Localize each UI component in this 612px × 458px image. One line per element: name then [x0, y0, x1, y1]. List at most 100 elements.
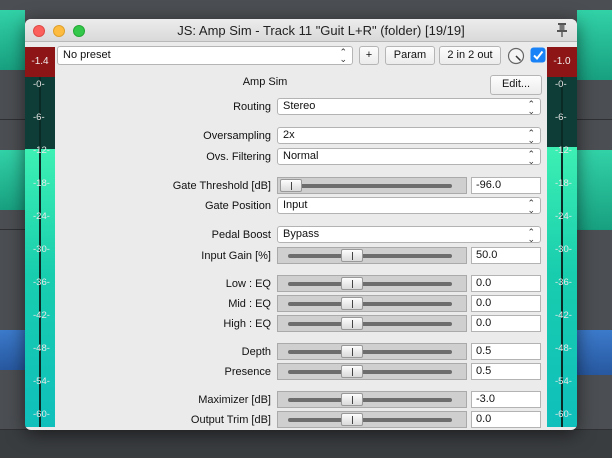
slider-groove	[288, 398, 452, 402]
maximize-button[interactable]	[73, 25, 85, 37]
waveform	[577, 330, 612, 375]
mid-eq-label: Mid : EQ	[228, 298, 271, 310]
presence-value[interactable]: 0.5	[471, 363, 541, 380]
close-button[interactable]	[33, 25, 45, 37]
meter-tick: -36-	[555, 277, 572, 288]
input-gain-slider[interactable]	[277, 247, 467, 264]
gate-position-value: Input	[283, 199, 308, 211]
meter-tick: -18-	[33, 178, 50, 189]
slider-thumb[interactable]	[341, 365, 363, 378]
gate-threshold-slider[interactable]	[277, 177, 467, 194]
presence-slider[interactable]	[277, 363, 467, 380]
peak-readout: -1.0	[547, 47, 577, 77]
chevron-updown-icon: ⌃ ⌄	[527, 198, 535, 215]
minimize-button[interactable]	[53, 25, 65, 37]
oversampling-select[interactable]: 2x ⌃ ⌄	[277, 127, 541, 145]
bypass-checkbox[interactable]	[530, 47, 546, 63]
wet-knob-icon[interactable]	[507, 47, 525, 65]
routing-value: Stereo	[283, 100, 316, 112]
meter-tick: -48-	[33, 343, 50, 354]
routing-select[interactable]: Stereo ⌃ ⌄	[277, 98, 541, 116]
maximizer-value[interactable]: -3.0	[471, 391, 541, 408]
gate-position-select[interactable]: Input ⌃ ⌄	[277, 197, 541, 215]
pedal-boost-select[interactable]: Bypass ⌃ ⌄	[277, 226, 541, 244]
slider-thumb[interactable]	[341, 345, 363, 358]
title-bar[interactable]: JS: Amp Sim - Track 11 "Guit L+R" (folde…	[25, 19, 577, 42]
slider-groove	[288, 418, 452, 422]
waveform	[0, 330, 25, 370]
low-eq-value[interactable]: 0.0	[471, 275, 541, 292]
low-eq-slider[interactable]	[277, 275, 467, 292]
mid-eq-value[interactable]: 0.0	[471, 295, 541, 312]
depth-value[interactable]: 0.5	[471, 343, 541, 360]
gate-threshold-value[interactable]: -96.0	[471, 177, 541, 194]
output-trim-label: Output Trim [dB]	[190, 414, 271, 426]
output-meter: -1.0 -0- -6- -12- -18- -24- -30- -36- -4…	[547, 47, 577, 427]
meter-tick: -18-	[555, 178, 572, 189]
maximizer-slider[interactable]	[277, 391, 467, 408]
meter-tick: -6-	[33, 112, 45, 123]
waveform	[0, 10, 25, 70]
plugin-name: Amp Sim	[242, 76, 288, 88]
daw-bottom-bar	[0, 430, 612, 458]
slider-thumb[interactable]	[341, 249, 363, 262]
meter-tick: -12-	[33, 145, 50, 156]
meter-tick: -30-	[555, 244, 572, 255]
param-button[interactable]: Param	[385, 46, 435, 65]
io-routing-button[interactable]: 2 in 2 out	[439, 46, 501, 65]
chevron-updown-icon: ⌃ ⌄	[527, 99, 535, 116]
output-trim-value[interactable]: 0.0	[471, 411, 541, 428]
input-gain-value[interactable]: 50.0	[471, 247, 541, 264]
pedal-boost-value: Bypass	[283, 228, 320, 240]
meter-tick: -54-	[555, 376, 572, 387]
preset-dropdown[interactable]: No preset ⌃ ⌄	[57, 46, 353, 65]
slider-thumb[interactable]	[341, 393, 363, 406]
peak-readout: -1.4	[25, 47, 55, 77]
meter-tick: -6-	[555, 112, 567, 123]
high-eq-value[interactable]: 0.0	[471, 315, 541, 332]
meter-tick: -60-	[33, 409, 50, 420]
depth-slider[interactable]	[277, 343, 467, 360]
mid-eq-slider[interactable]	[277, 295, 467, 312]
input-meter: -1.4 -0- -6- -12- -18- -24- -30- -36- -4…	[25, 47, 55, 427]
gate-position-label: Gate Position	[204, 200, 271, 212]
meter-tick: -42-	[33, 310, 50, 321]
waveform	[577, 10, 612, 80]
waveform	[577, 150, 612, 230]
meter-tick: -24-	[33, 211, 50, 222]
slider-thumb[interactable]	[280, 179, 302, 192]
chevron-updown-icon: ⌃ ⌄	[527, 128, 535, 145]
slider-thumb[interactable]	[341, 277, 363, 290]
meter-tick: -42-	[555, 310, 572, 321]
high-eq-label: High : EQ	[223, 318, 271, 330]
chevron-updown-icon: ⌃ ⌄	[527, 149, 535, 166]
slider-groove	[288, 282, 452, 286]
slider-thumb[interactable]	[341, 413, 363, 426]
output-trim-slider[interactable]	[277, 411, 467, 428]
pin-icon[interactable]	[555, 22, 569, 38]
oversampling-label: Oversampling	[203, 130, 271, 142]
meter-tick: -60-	[555, 409, 572, 420]
high-eq-slider[interactable]	[277, 315, 467, 332]
add-preset-button[interactable]: +	[359, 46, 379, 65]
slider-groove	[288, 322, 452, 326]
slider-groove	[288, 184, 452, 188]
ovs-filter-select[interactable]: Normal ⌃ ⌄	[277, 148, 541, 166]
pedal-boost-label: Pedal Boost	[211, 229, 271, 241]
waveform	[0, 150, 25, 210]
slider-groove	[288, 254, 452, 258]
slider-thumb[interactable]	[341, 297, 363, 310]
edit-button[interactable]: Edit...	[490, 75, 542, 95]
meter-tick: -0-	[555, 79, 567, 90]
maximizer-label: Maximizer [dB]	[198, 394, 271, 406]
input-gain-label: Input Gain [%]	[201, 250, 271, 262]
chevron-updown-icon: ⌃ ⌄	[339, 47, 347, 64]
preset-name: No preset	[63, 49, 111, 61]
plugin-window: JS: Amp Sim - Track 11 "Guit L+R" (folde…	[25, 19, 577, 430]
slider-thumb[interactable]	[341, 317, 363, 330]
chevron-updown-icon: ⌃ ⌄	[527, 227, 535, 244]
meter-tick: -0-	[33, 79, 45, 90]
meter-tick: -12-	[555, 145, 572, 156]
slider-groove	[288, 302, 452, 306]
meter-tick: -30-	[33, 244, 50, 255]
